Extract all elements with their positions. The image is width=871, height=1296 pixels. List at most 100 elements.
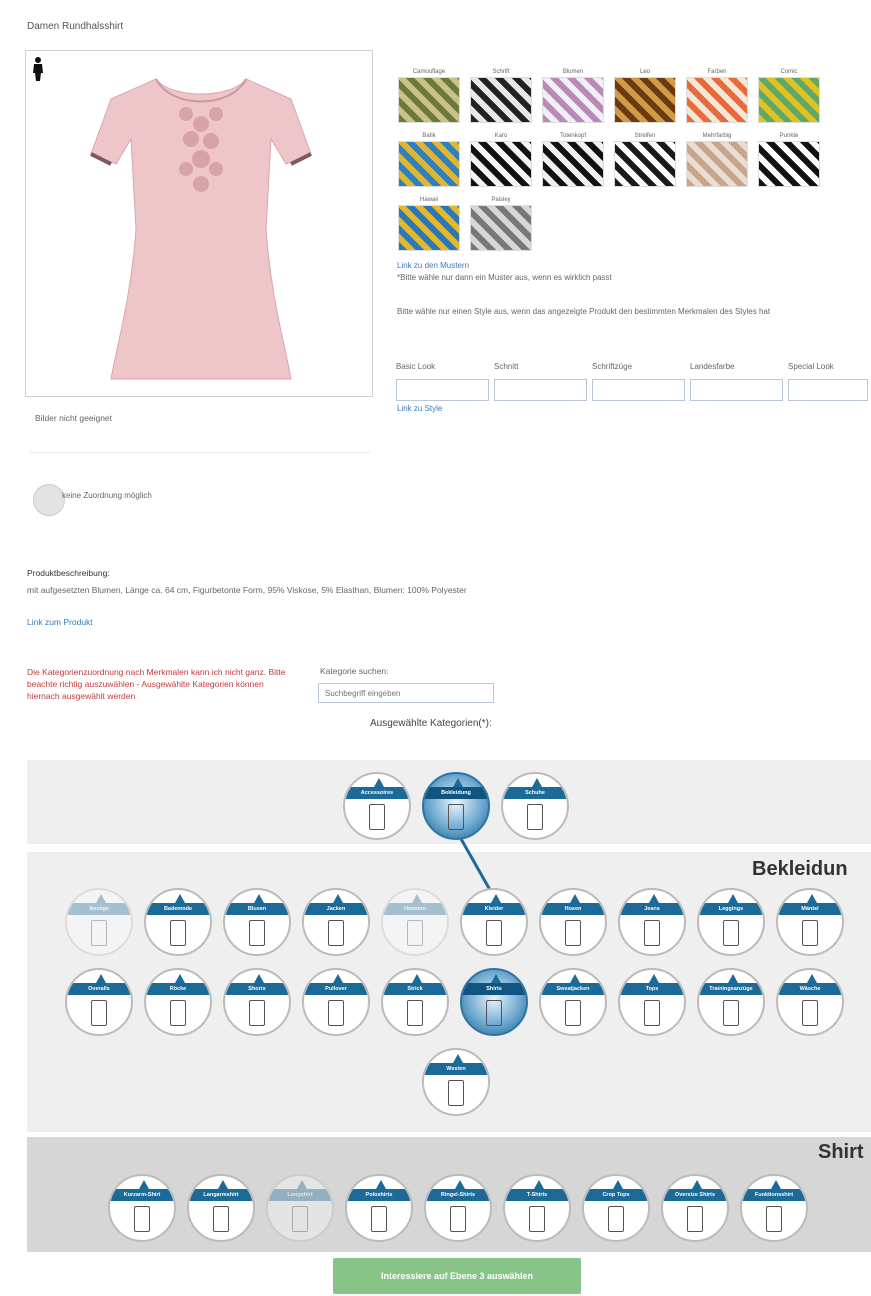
category-banner: Kurzarm-Shirt (110, 1189, 174, 1201)
garment-icon (407, 1000, 423, 1026)
garment-icon (608, 1206, 624, 1232)
category-funktionsshirt[interactable]: Funktionsshirt (740, 1174, 808, 1242)
category-label: Trainingsanzüge (709, 986, 753, 992)
category-marker-icon (534, 1180, 544, 1189)
category-marker-icon (175, 974, 185, 983)
category-jeans[interactable]: Jeans (618, 888, 686, 956)
category-marker-icon (374, 778, 384, 787)
garment-icon (407, 920, 423, 946)
garment-icon (328, 920, 344, 946)
category-banner: Schuhe (503, 787, 567, 799)
category-label: Langarmshirt (203, 1192, 239, 1198)
category-banner: Westen (424, 1063, 488, 1075)
category-marker-icon (649, 974, 659, 983)
category-label: T-Shirts (526, 1192, 548, 1198)
category-banner: Langarmshirt (189, 1189, 253, 1201)
category-shorts[interactable]: Shorts (223, 968, 291, 1036)
category-marker-icon (491, 974, 501, 983)
category-overalls[interactable]: Overalls (65, 968, 133, 1036)
category-label: Kleider (484, 906, 504, 912)
category-shirts[interactable]: Shirts (460, 968, 528, 1036)
category-marker-icon (728, 894, 738, 903)
category-ringel-shirts[interactable]: Ringel-Shirts (424, 1174, 492, 1242)
category-marker-icon (453, 778, 463, 787)
category-banner: Poloshirts (347, 1189, 411, 1201)
category-sweatjacken[interactable]: Sweatjacken (539, 968, 607, 1036)
category-banner: Pullover (304, 983, 368, 995)
garment-icon (486, 920, 502, 946)
garment-icon (644, 1000, 660, 1026)
category-label: Mäntel (801, 906, 819, 912)
garment-icon (802, 920, 818, 946)
category-hosen[interactable]: Hosen (539, 888, 607, 956)
category-marker-icon (139, 1180, 149, 1189)
category-label: Ringel-Shirts (440, 1192, 476, 1198)
category-bademode[interactable]: Bademode (144, 888, 212, 956)
category-t-shirts[interactable]: T-Shirts (503, 1174, 571, 1242)
category-pullover[interactable]: Pullover (302, 968, 370, 1036)
category-label: Shorts (248, 986, 266, 992)
category-label: Hosen (564, 906, 582, 912)
category-westen[interactable]: Westen (422, 1048, 490, 1116)
category-banner: Accessoires (345, 787, 409, 799)
category-kurzarm-shirt[interactable]: Kurzarm-Shirt (108, 1174, 176, 1242)
category-trainingsanzüge[interactable]: Trainingsanzüge (697, 968, 765, 1036)
category-oversize-shirts[interactable]: Oversize Shirts (661, 1174, 729, 1242)
category-strick[interactable]: Strick (381, 968, 449, 1036)
garment-icon (687, 1206, 703, 1232)
category-accessoires[interactable]: Accessoires (343, 772, 411, 840)
category-röcke[interactable]: Röcke (144, 968, 212, 1036)
category-bekleidung[interactable]: Bekleidung (422, 772, 490, 840)
category-marker-icon (412, 974, 422, 983)
category-label: Westen (446, 1066, 466, 1072)
category-label: Schuhe (525, 790, 545, 796)
category-banner: Mäntel (778, 903, 842, 915)
category-banner: Bekleidung (424, 787, 488, 799)
category-marker-icon (728, 974, 738, 983)
garment-icon (486, 1000, 502, 1026)
category-marker-icon (532, 778, 542, 787)
garment-icon (448, 804, 464, 830)
category-langarmshirt[interactable]: Langarmshirt (187, 1174, 255, 1242)
category-crop-tops[interactable]: Crop Tops (582, 1174, 650, 1242)
category-marker-icon (807, 894, 817, 903)
category-kleider[interactable]: Kleider (460, 888, 528, 956)
category-mäntel[interactable]: Mäntel (776, 888, 844, 956)
category-banner: Ringel-Shirts (426, 1189, 490, 1201)
garment-icon (249, 920, 265, 946)
category-label: Leggings (718, 906, 744, 912)
category-marker-icon (491, 894, 501, 903)
category-tops[interactable]: Tops (618, 968, 686, 1036)
category-banner: Shirts (462, 983, 526, 995)
category-blusen[interactable]: Blusen (223, 888, 291, 956)
category-label: Pullover (325, 986, 347, 992)
category-jacken[interactable]: Jacken (302, 888, 370, 956)
garment-icon (91, 1000, 107, 1026)
category-label: Poloshirts (365, 1192, 393, 1198)
category-marker-icon (96, 974, 106, 983)
garment-icon (91, 920, 107, 946)
category-banner: Longshirt (268, 1189, 332, 1201)
category-marker-icon (807, 974, 817, 983)
garment-icon (527, 804, 543, 830)
category-schuhe[interactable]: Schuhe (501, 772, 569, 840)
category-label: Bekleidung (441, 790, 471, 796)
category-label: Blusen (247, 906, 267, 912)
category-label: Jeans (644, 906, 660, 912)
category-banner: Shorts (225, 983, 289, 995)
category-banner: Wäsche (778, 983, 842, 995)
garment-icon (565, 1000, 581, 1026)
category-poloshirts[interactable]: Poloshirts (345, 1174, 413, 1242)
category-hemden[interactable]: Hemden (381, 888, 449, 956)
category-wäsche[interactable]: Wäsche (776, 968, 844, 1036)
category-banner: Bademode (146, 903, 210, 915)
category-marker-icon (692, 1180, 702, 1189)
garment-icon (450, 1206, 466, 1232)
category-banner: Jacken (304, 903, 368, 915)
category-banner: Blusen (225, 903, 289, 915)
category-leggings[interactable]: Leggings (697, 888, 765, 956)
select-level-3-button[interactable]: Interessiere auf Ebene 3 auswählen (333, 1258, 581, 1294)
category-label: Röcke (169, 986, 187, 992)
category-anzüge[interactable]: Anzüge (65, 888, 133, 956)
category-longshirt[interactable]: Longshirt (266, 1174, 334, 1242)
